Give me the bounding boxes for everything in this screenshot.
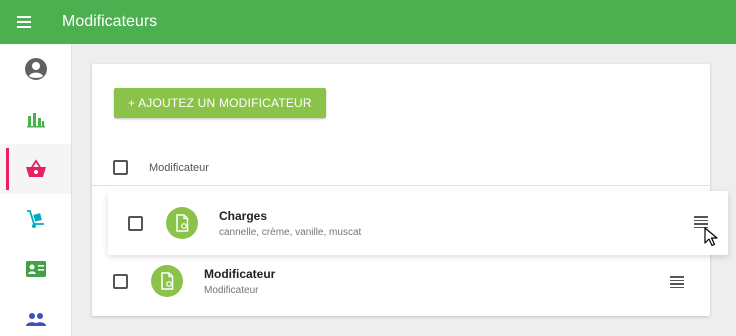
table-header-label: Modificateur xyxy=(149,161,209,174)
select-all-checkbox[interactable] xyxy=(113,160,128,175)
mouse-cursor-icon xyxy=(704,227,718,247)
sidebar-item-inventory[interactable] xyxy=(0,194,71,244)
sidebar-item-reports[interactable] xyxy=(0,94,71,144)
list-item-subtitle: cannelle, crème, vanille, muscat xyxy=(219,226,362,238)
sidebar-item-employees[interactable] xyxy=(0,294,71,336)
sidebar-item-customers[interactable] xyxy=(0,244,71,294)
list-item-text: Modificateur Modificateur xyxy=(204,267,275,296)
list-item-subtitle: Modificateur xyxy=(204,284,259,296)
list-item-title: Charges xyxy=(219,208,268,223)
sidebar-item-account[interactable] xyxy=(0,44,71,94)
drag-handle-icon[interactable] xyxy=(670,276,684,288)
add-modifier-button[interactable]: + AJOUTEZ UN MODIFICATEUR xyxy=(114,88,326,118)
table-header: Modificateur xyxy=(92,150,710,186)
document-icon xyxy=(151,265,183,297)
row-checkbox[interactable] xyxy=(128,215,143,231)
sidebar-item-products[interactable] xyxy=(0,144,71,194)
row-checkbox[interactable] xyxy=(113,273,128,289)
account-circle-icon xyxy=(24,58,47,80)
list-item[interactable]: Modificateur Modificateur xyxy=(92,256,710,306)
modifiers-card: + AJOUTEZ UN MODIFICATEUR Modificateur C… xyxy=(92,64,728,316)
people-icon xyxy=(25,313,46,326)
bar-chart-icon xyxy=(26,113,45,128)
shopping-basket-icon xyxy=(25,159,46,177)
app-bar: Modificateurs xyxy=(0,0,736,44)
document-icon xyxy=(166,207,198,239)
list-item-title: Modificateur xyxy=(204,266,276,281)
sidebar xyxy=(0,44,72,336)
list-item-text: Charges cannelle, crème, vanille, muscat xyxy=(219,209,361,238)
contact-card-icon xyxy=(25,261,46,277)
page-title: Modificateurs xyxy=(62,13,158,30)
hand-truck-icon xyxy=(26,210,44,228)
menu-icon[interactable] xyxy=(0,0,48,44)
list-item[interactable]: Charges cannelle, crème, vanille, muscat xyxy=(108,191,728,255)
